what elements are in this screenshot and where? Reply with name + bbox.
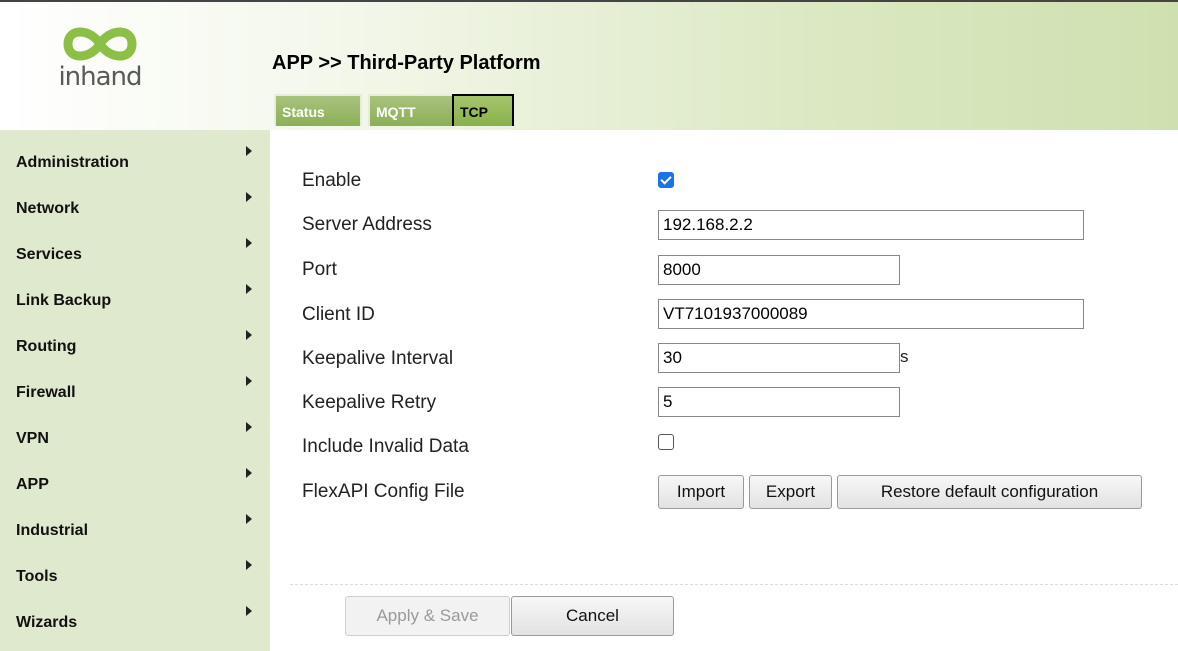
arrow-right-icon	[246, 422, 252, 432]
arrow-right-icon	[246, 284, 252, 294]
page-title: APP >> Third-Party Platform	[272, 52, 541, 74]
cancel-button[interactable]: Cancel	[511, 596, 674, 636]
separator-line	[290, 584, 1178, 585]
flexapi-config-file-label: FlexAPI Config File	[302, 481, 465, 502]
sidebar-item-label: Services	[16, 246, 82, 263]
sidebar-item-industrial[interactable]: Industrial	[0, 502, 270, 546]
keepalive-retry-input[interactable]	[658, 387, 900, 417]
client-id-input[interactable]	[658, 299, 1084, 329]
import-button[interactable]: Import	[658, 475, 744, 509]
arrow-right-icon	[246, 514, 252, 524]
port-input[interactable]	[658, 255, 900, 285]
server-address-label: Server Address	[302, 214, 432, 235]
sidebar: Administration Network Services Link Bac…	[0, 130, 270, 651]
sidebar-item-label: Network	[16, 200, 80, 217]
infinity-logo-icon	[63, 27, 137, 61]
sidebar-item-administration[interactable]: Administration	[0, 134, 270, 178]
header-bar: inhand APP >> Third-Party Platform	[0, 2, 1178, 130]
sidebar-item-services[interactable]: Services	[0, 226, 270, 270]
arrow-right-icon	[246, 330, 252, 340]
sidebar-item-label: Industrial	[16, 522, 89, 539]
arrow-right-icon	[246, 376, 252, 386]
sidebar-item-label: APP	[16, 476, 49, 493]
tab-status[interactable]: Status	[274, 94, 362, 126]
client-id-label: Client ID	[302, 304, 375, 325]
arrow-right-icon	[246, 146, 252, 156]
tab-tcp[interactable]: TCP	[452, 94, 514, 126]
restore-default-button[interactable]: Restore default configuration	[837, 475, 1142, 509]
keepalive-interval-input[interactable]	[658, 343, 900, 373]
inhand-logo: inhand	[50, 24, 150, 104]
sidebar-item-label: Tools	[16, 568, 58, 585]
keepalive-retry-label: Keepalive Retry	[302, 392, 437, 413]
sidebar-item-tools[interactable]: Tools	[0, 548, 270, 592]
arrow-right-icon	[246, 238, 252, 248]
logo-text: inhand	[58, 62, 142, 92]
sidebar-item-firewall[interactable]: Firewall	[0, 364, 270, 408]
sidebar-item-app[interactable]: APP	[0, 456, 270, 500]
sidebar-item-link-backup[interactable]: Link Backup	[0, 272, 270, 316]
sidebar-item-label: Administration	[16, 154, 129, 171]
sidebar-item-label: Routing	[16, 338, 77, 355]
sidebar-item-routing[interactable]: Routing	[0, 318, 270, 362]
export-button[interactable]: Export	[749, 475, 832, 509]
enable-label: Enable	[302, 170, 362, 191]
arrow-right-icon	[246, 606, 252, 616]
arrow-right-icon	[246, 560, 252, 570]
include-invalid-data-checkbox[interactable]	[658, 434, 674, 450]
sidebar-item-vpn[interactable]: VPN	[0, 410, 270, 454]
port-label: Port	[302, 259, 337, 280]
keepalive-interval-label: Keepalive Interval	[302, 348, 454, 369]
sidebar-item-wizards[interactable]: Wizards	[0, 594, 270, 638]
keepalive-interval-unit: s	[900, 347, 909, 366]
sidebar-item-label: VPN	[16, 430, 49, 447]
enable-checkbox[interactable]	[658, 172, 674, 188]
sidebar-item-label: Link Backup	[16, 292, 112, 309]
server-address-input[interactable]	[658, 210, 1084, 240]
sidebar-item-label: Firewall	[16, 384, 76, 401]
tab-mqtt[interactable]: MQTT	[368, 94, 458, 126]
sidebar-item-network[interactable]: Network	[0, 180, 270, 224]
apply-save-button[interactable]: Apply & Save	[345, 596, 510, 636]
sidebar-item-label: Wizards	[16, 614, 78, 631]
include-invalid-data-label: Include Invalid Data	[302, 436, 469, 457]
arrow-right-icon	[246, 192, 252, 202]
arrow-right-icon	[246, 468, 252, 478]
